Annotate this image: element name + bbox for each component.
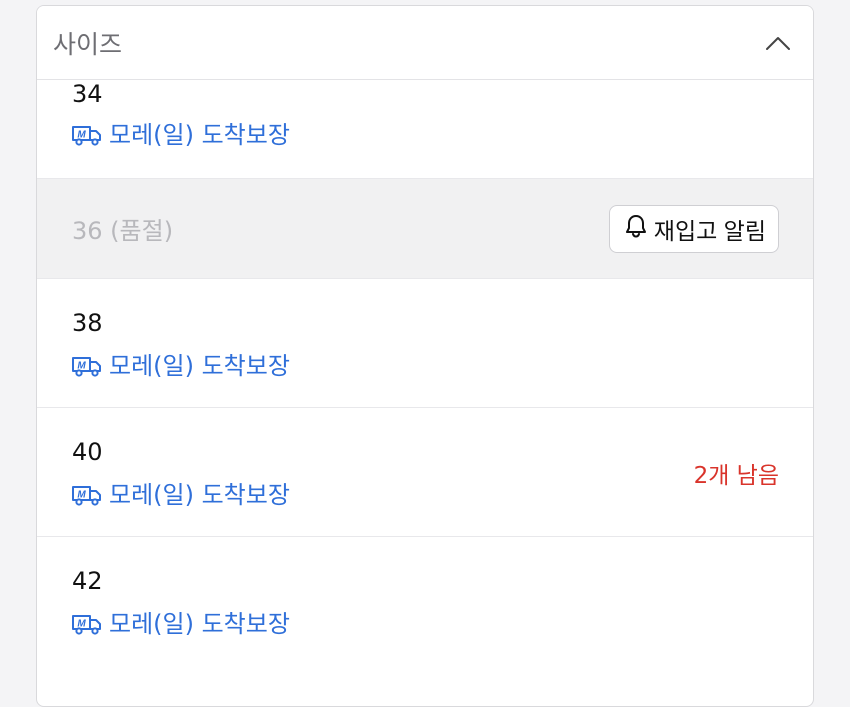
delivery-text: 모레(일) 도착보장 bbox=[109, 610, 290, 638]
size-option-38[interactable]: 38 M 모레(일) 도착보장 bbox=[37, 279, 813, 408]
svg-text:M: M bbox=[77, 619, 86, 630]
size-option-list: 34 M 모레(일) 도착보장 36 (품절) 재입고 알림 38 M 모레(일… bbox=[37, 80, 813, 687]
svg-text:M: M bbox=[77, 490, 86, 501]
delivery-guarantee: M 모레(일) 도착보장 bbox=[71, 120, 290, 150]
delivery-truck-icon: M bbox=[71, 612, 103, 636]
delivery-truck-icon: M bbox=[71, 123, 103, 147]
delivery-truck-icon: M bbox=[71, 354, 103, 378]
size-value: 38 bbox=[72, 309, 103, 337]
soldout-size-label: 36 (품절) bbox=[72, 217, 174, 245]
delivery-guarantee: M 모레(일) 도착보장 bbox=[71, 480, 290, 510]
delivery-guarantee: M 모레(일) 도착보장 bbox=[71, 351, 290, 381]
delivery-text: 모레(일) 도착보장 bbox=[109, 352, 290, 380]
delivery-guarantee: M 모레(일) 도착보장 bbox=[71, 609, 290, 639]
svg-text:M: M bbox=[77, 130, 86, 141]
stock-remaining-badge: 2개 남음 bbox=[693, 463, 779, 489]
size-value: 42 bbox=[72, 567, 103, 595]
bell-icon bbox=[624, 213, 648, 245]
delivery-text: 모레(일) 도착보장 bbox=[109, 481, 290, 509]
delivery-truck-icon: M bbox=[71, 483, 103, 507]
size-selector-header[interactable]: 사이즈 bbox=[37, 6, 813, 80]
size-option-40[interactable]: 40 M 모레(일) 도착보장 2개 남음 bbox=[37, 408, 813, 537]
delivery-text: 모레(일) 도착보장 bbox=[109, 121, 290, 149]
restock-alert-label: 재입고 알림 bbox=[653, 217, 766, 244]
size-selector-label: 사이즈 bbox=[53, 29, 123, 59]
size-option-36-soldout: 36 (품절) 재입고 알림 bbox=[37, 179, 813, 279]
size-value: 40 bbox=[72, 438, 103, 466]
svg-text:M: M bbox=[77, 361, 86, 372]
restock-alert-button[interactable]: 재입고 알림 bbox=[608, 204, 779, 253]
size-option-42[interactable]: 42 M 모레(일) 도착보장 bbox=[37, 537, 813, 687]
size-selector-panel: 사이즈 34 M 모레(일) 도착보장 36 (품절) 재입고 알림 38 M … bbox=[36, 5, 814, 707]
size-option-34[interactable]: 34 M 모레(일) 도착보장 bbox=[37, 80, 813, 179]
chevron-up-icon[interactable] bbox=[761, 26, 795, 60]
size-value: 34 bbox=[72, 80, 103, 108]
